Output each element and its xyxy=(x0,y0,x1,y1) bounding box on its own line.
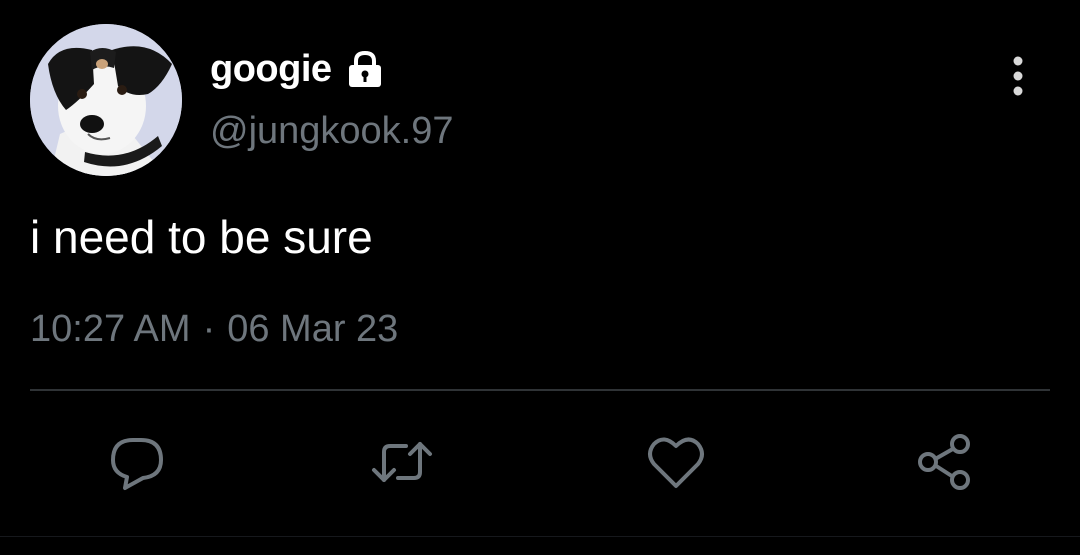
avatar[interactable] xyxy=(30,24,182,176)
timestamp-separator: · xyxy=(202,308,216,350)
display-name-row: googie xyxy=(210,44,386,94)
user-handle[interactable]: @jungkook.97 xyxy=(210,110,454,153)
more-vertical-icon[interactable] xyxy=(1000,52,1036,100)
tweet-timestamp[interactable]: 10:27 AM · 06 Mar 23 xyxy=(30,308,398,351)
retweet-icon[interactable] xyxy=(370,430,434,494)
lock-icon xyxy=(344,48,386,90)
display-name[interactable]: googie xyxy=(210,48,332,91)
divider xyxy=(30,389,1050,391)
reply-icon[interactable] xyxy=(105,430,169,494)
dog-avatar-image xyxy=(30,24,182,176)
tweet-text: i need to be sure xyxy=(30,211,373,263)
bottom-divider xyxy=(0,536,1080,537)
tweet-time: 10:27 AM xyxy=(30,308,191,350)
tweet-detail: googie @jungkook.97 i need to be sure 10… xyxy=(0,0,1080,555)
tweet-date: 06 Mar 23 xyxy=(227,308,399,350)
like-icon[interactable] xyxy=(644,430,708,494)
share-icon[interactable] xyxy=(912,430,976,494)
